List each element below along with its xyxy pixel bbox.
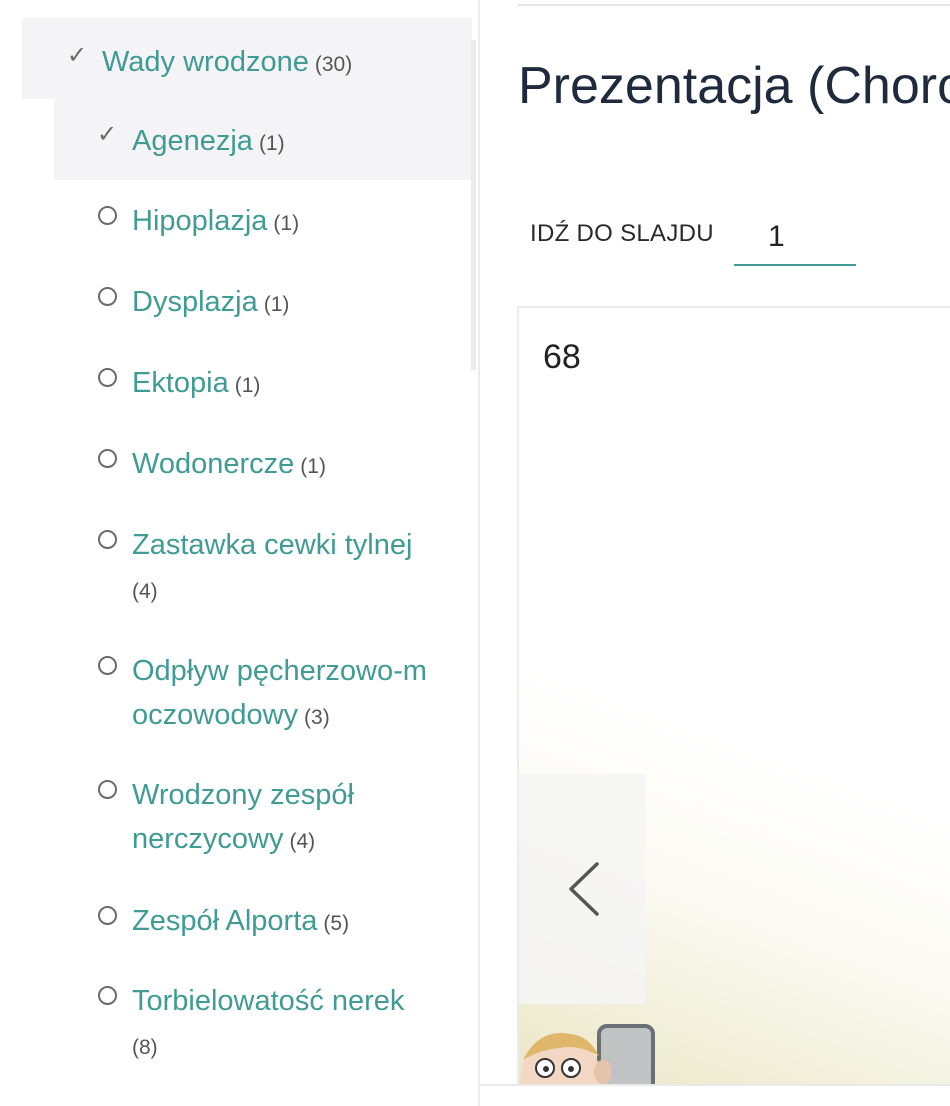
sidebar-item-wrodzony-zespol-nerczycowy[interactable]: Wrodzony zespół nerczycowy (4) xyxy=(94,773,464,864)
sidebar-item-label: Zastawka cewki tylnej (4) xyxy=(132,529,413,603)
sidebar-scrollbar[interactable] xyxy=(471,40,476,370)
sidebar-item-label: Ektopia (1) xyxy=(132,367,261,399)
sidebar-item-odplyw-pecherzowo-moczowodowy[interactable]: Odpływ pęcherzowo-moczowodowy (3) xyxy=(94,649,464,740)
sidebar-item-zespol-alporta[interactable]: Zespół Alporta (5) xyxy=(94,899,464,946)
sidebar-item-wady-wrodzone[interactable]: ✓ Wady wrodzone (30) xyxy=(22,18,472,99)
sidebar-item-label: Wrodzony zespół nerczycowy (4) xyxy=(132,779,354,855)
radio-circle-icon xyxy=(94,364,120,390)
sidebar-item-label: Wady wrodzone (30) xyxy=(102,46,353,78)
sidebar-item-label: Wodonercze (1) xyxy=(132,448,326,480)
sidebar-item-dysplazja[interactable]: Dysplazja (1) xyxy=(94,280,464,327)
item-count: (8) xyxy=(132,1036,158,1059)
radio-circle-icon xyxy=(94,652,120,678)
sidebar-item-hipoplazja[interactable]: Hipoplazja (1) xyxy=(94,199,464,246)
slide-illustration xyxy=(521,1024,655,1086)
radio-circle-icon xyxy=(94,526,120,552)
item-count: (1) xyxy=(273,212,300,235)
sidebar-item-label: Odpływ pęcherzowo-moczowodowy (3) xyxy=(132,655,427,731)
item-count: (5) xyxy=(323,912,350,935)
sidebar-item-zastawka-cewki-tylnej[interactable]: Zastawka cewki tylnej (4) xyxy=(94,523,464,614)
page-title: Prezentacja (Choro xyxy=(518,57,950,115)
goto-slide-input[interactable] xyxy=(734,210,856,266)
checkmark-icon: ✓ xyxy=(66,42,88,69)
sidebar-item-agenezja[interactable]: ✓ Agenezja (1) xyxy=(54,99,472,180)
item-count: (30) xyxy=(314,53,353,76)
item-count: (1) xyxy=(300,455,326,478)
sidebar-item-ektopia[interactable]: Ektopia (1) xyxy=(94,361,464,408)
radio-circle-icon xyxy=(94,283,120,309)
slide-viewer[interactable]: 68 xyxy=(517,306,950,1086)
item-count: (1) xyxy=(234,374,261,397)
sidebar-item-label: Zespół Alporta (5) xyxy=(132,905,350,937)
radio-circle-icon xyxy=(94,776,120,802)
item-count: (1) xyxy=(258,132,285,155)
item-count: (4) xyxy=(132,580,158,603)
radio-circle-icon xyxy=(94,202,120,228)
radio-circle-icon xyxy=(94,902,120,928)
prev-slide-button[interactable] xyxy=(549,844,619,934)
item-count: (3) xyxy=(304,706,330,729)
main-content: Prezentacja (Choro IDŹ DO SLAJDU 68 xyxy=(480,0,950,1106)
sidebar: ✓ Wady wrodzone (30) ✓ Agenezja (1) Hipopl… xyxy=(0,0,478,1106)
sidebar-item-label: Hipoplazja (1) xyxy=(132,205,300,237)
divider xyxy=(518,4,950,6)
divider xyxy=(480,1084,950,1086)
radio-circle-icon xyxy=(94,445,120,471)
checkmark-icon: ✓ xyxy=(96,121,118,148)
goto-slide-label: IDŹ DO SLAJDU xyxy=(530,220,714,247)
radio-circle-icon xyxy=(94,982,120,1008)
sidebar-item-label: Torbielowatość nerek (8) xyxy=(132,985,405,1059)
item-count: (1) xyxy=(263,293,290,316)
slide-number: 68 xyxy=(543,338,581,376)
item-count: (4) xyxy=(289,830,316,853)
sidebar-item-label: Agenezja (1) xyxy=(132,125,285,157)
sidebar-item-wodonercze[interactable]: Wodonercze (1) xyxy=(94,442,464,489)
sidebar-item-torbielowatosc-nerek[interactable]: Torbielowatość nerek (8) xyxy=(94,979,464,1070)
sidebar-item-label: Dysplazja (1) xyxy=(132,286,290,318)
chevron-left-icon xyxy=(569,862,599,916)
